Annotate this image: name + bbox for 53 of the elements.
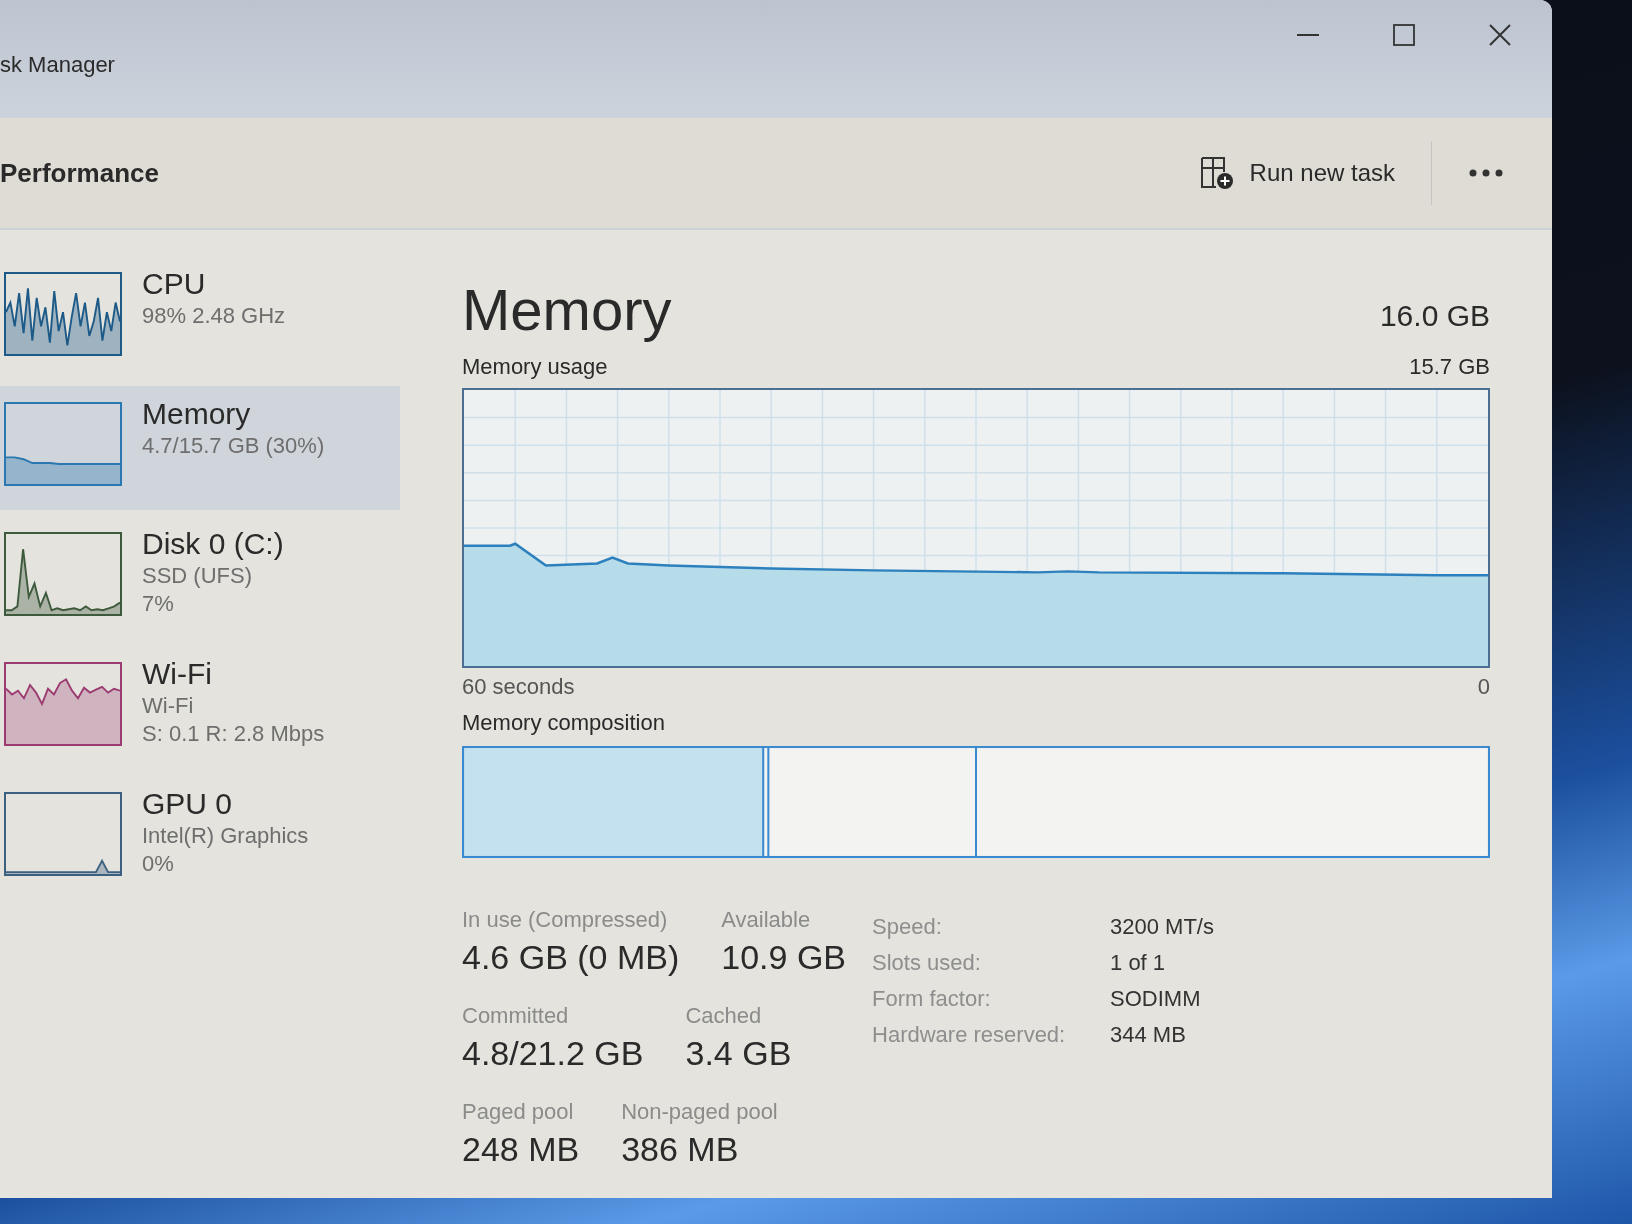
sidebar-item-title: GPU 0 [142,786,234,822]
graph-time-end: 0 [1477,673,1490,701]
graph-label: Memory composition [462,710,665,735]
property-label: Hardware reserved: [872,1021,1067,1049]
sidebar-item-detail: 0% [142,850,175,878]
property-label: Speed: [872,913,943,941]
sidebar-item[interactable]: GPU 0 Intel(R) Graphics 0% [0,776,400,900]
window-title: sk Manager [0,51,115,79]
property-value: 344 MB [1110,1021,1187,1049]
maximize-icon [1393,24,1415,46]
stat-label: Non-paged pool [621,1098,778,1126]
property-label: Slots used: [872,949,982,977]
property-value: 1 of 1 [1110,949,1167,977]
window-plus-icon [1199,156,1234,190]
sidebar-item-detail: 7% [142,590,175,618]
total-memory-value: 16.0 GB [1379,298,1490,334]
sidebar-item-title: Disk 0 (C:) [142,526,284,562]
graph-label: Memory usage [462,353,608,381]
section-title: Memory [462,276,672,344]
page-title: Performance [0,156,159,190]
sidebar-item[interactable]: Memory 4.7/15.7 GB (30%) [0,386,400,510]
sidebar-item-title: Wi-Fi [142,656,213,692]
graph-time-span: 60 seconds [462,673,575,701]
close-icon [1489,24,1511,46]
stat-value: 386 MB [621,1129,740,1170]
sidebar-item-title: CPU [142,266,207,302]
stat-label: Committed [462,1002,570,1030]
sidebar-item-detail: SSD (UFS) [142,562,253,590]
sidebar-item[interactable]: Wi-Fi Wi-Fi S: 0.1 R: 2.8 Mbps [0,646,400,770]
sidebar-item-detail: Intel(R) Graphics [142,822,309,850]
stat-label: In use (Compressed) [462,906,669,934]
stat-label: Cached [685,1002,763,1030]
stat-value: 4.6 GB (0 MB) [462,937,680,978]
stat-label: Paged pool [462,1098,575,1126]
property-value: SODIMM [1110,985,1202,1013]
sidebar-item-detail: Wi-Fi [142,692,195,720]
stat-value: 3.4 GB [685,1033,792,1074]
sidebar-item-title: Memory [142,396,252,432]
run-new-task-button[interactable]: Run new task [1189,149,1405,197]
sidebar-item-detail: S: 0.1 R: 2.8 Mbps [142,720,325,748]
sidebar-item[interactable]: CPU 98% 2.48 GHz [0,256,400,380]
sidebar-item-detail: 98% 2.48 GHz [142,302,286,330]
property-label: Form factor: [872,985,992,1013]
sidebar-item-detail: 4.7/15.7 GB (30%) [142,432,325,460]
property-value: 3200 MT/s [1110,913,1214,941]
sidebar-item[interactable]: Disk 0 (C:) SSD (UFS) 7% [0,516,400,640]
stat-value: 10.9 GB [721,937,847,978]
graph-max-value: 15.7 GB [1409,353,1490,381]
stat-value: 248 MB [462,1129,580,1170]
stat-value: 4.8/21.2 GB [462,1033,644,1074]
stat-label: Available [721,906,812,934]
more-icon [1468,168,1504,178]
minimize-icon [1297,34,1319,36]
